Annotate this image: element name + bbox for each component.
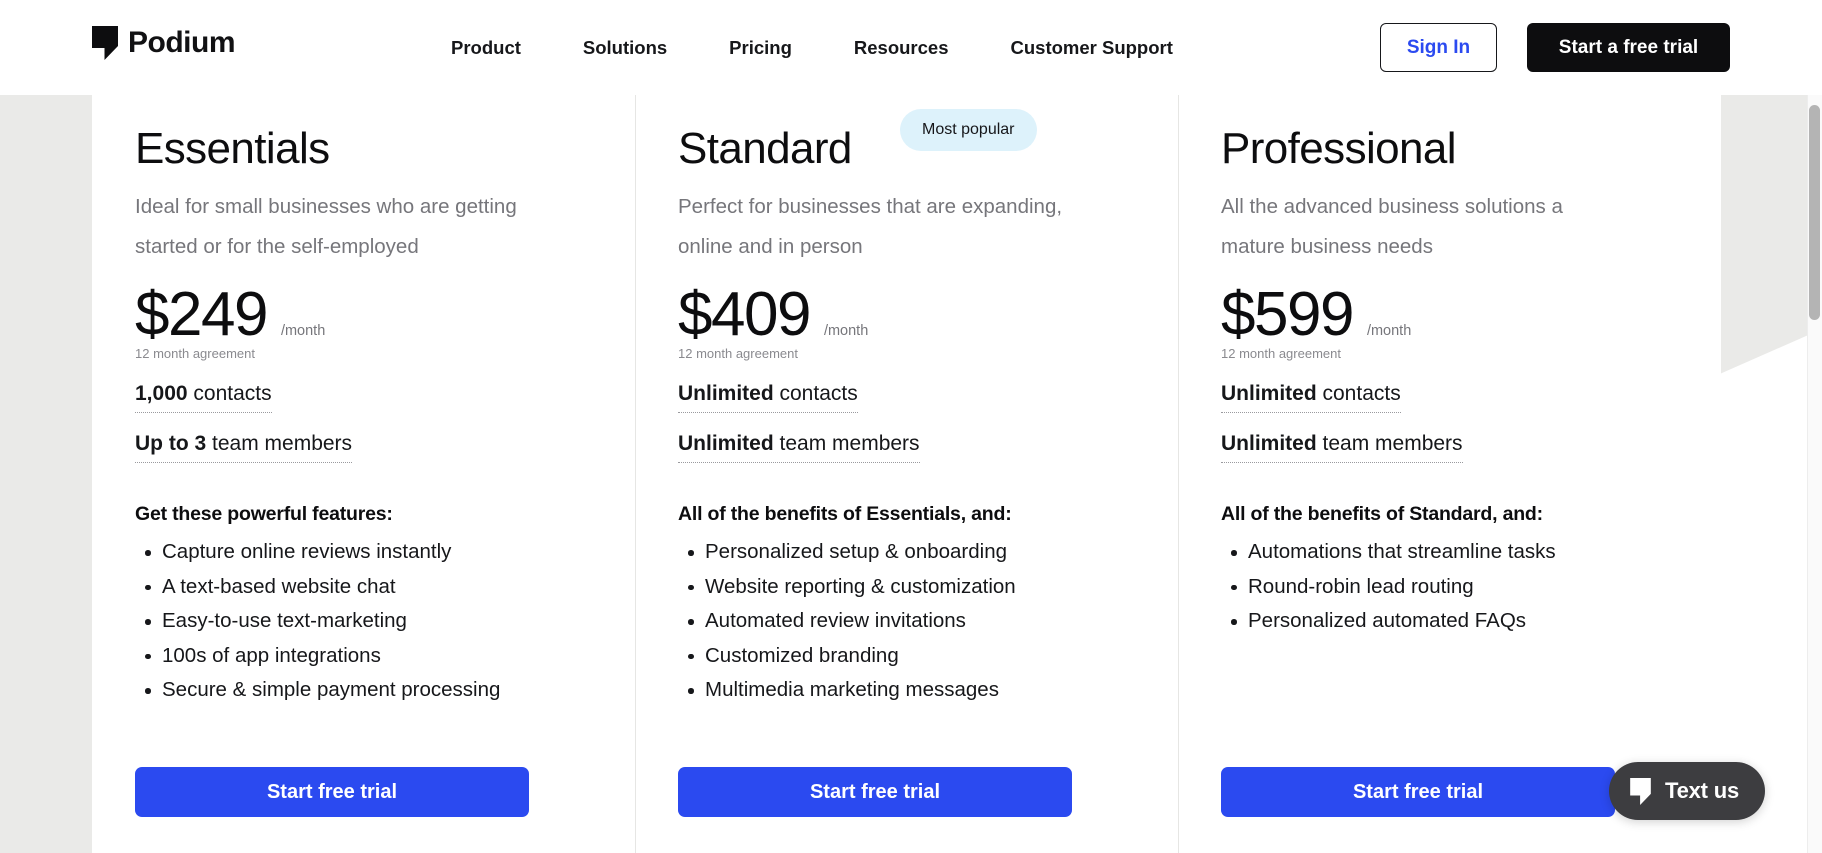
plan-team-value: Up to 3 — [135, 432, 207, 455]
plan-price-row: $249/month — [135, 281, 605, 349]
plan-price: $599 — [1221, 280, 1354, 349]
plan-features-list: Capture online reviews instantly A text-b… — [135, 535, 605, 708]
plan-contacts-value: 1,000 — [135, 382, 188, 405]
plan-team-row: Unlimited team members — [678, 429, 1148, 479]
nav-link-solutions[interactable]: Solutions — [583, 37, 667, 58]
plan-feature-item: Personalized setup & onboarding — [688, 535, 1148, 570]
podium-logo-mark-icon — [1630, 777, 1651, 805]
plan-price-row: $599/month — [1221, 281, 1691, 349]
plan-team-row: Up to 3 team members — [135, 429, 605, 479]
plan-contacts[interactable]: Unlimited contacts — [1221, 379, 1401, 413]
pricing-card-body: Essentials Ideal for small businesses who… — [92, 95, 635, 853]
main-nav: Product Solutions Pricing Resources Cust… — [420, 0, 1204, 95]
plan-feature-item: Personalized automated FAQs — [1231, 604, 1691, 639]
plan-contacts-row: 1,000 contacts — [135, 379, 605, 429]
pricing-cards: Essentials Ideal for small businesses who… — [0, 95, 1822, 853]
pricing-card-standard: Standard Perfect for businesses that are … — [635, 95, 1178, 853]
nav-link-resources[interactable]: Resources — [854, 37, 949, 58]
plan-feature-item: Capture online reviews instantly — [145, 535, 605, 570]
vertical-scrollbar-thumb[interactable] — [1809, 105, 1820, 320]
nav-link-product[interactable]: Product — [451, 37, 521, 58]
plan-feature-item: Secure & simple payment processing — [145, 673, 605, 708]
plan-feature-item: Customized branding — [688, 639, 1148, 674]
plan-team-label: team members — [1316, 432, 1463, 455]
chat-widget-label: Text us — [1665, 778, 1739, 803]
plan-team-value: Unlimited — [1221, 432, 1317, 455]
podium-logo-mark-icon — [92, 26, 118, 60]
plan-description: Ideal for small businesses who are getti… — [135, 195, 517, 258]
nav-link-pricing[interactable]: Pricing — [729, 37, 792, 58]
plan-feature-item: Easy-to-use text-marketing — [145, 604, 605, 639]
plan-feature-item: 100s of app integrations — [145, 639, 605, 674]
plan-team-members[interactable]: Unlimited team members — [1221, 429, 1463, 463]
plan-features-title: All of the benefits of Essentials, and: — [678, 503, 1012, 525]
start-free-trial-button[interactable]: Start a free trial — [1527, 23, 1730, 72]
header-actions: Sign In Start a free trial — [1380, 0, 1730, 95]
plan-description: All the advanced business solutions a ma… — [1221, 195, 1563, 258]
plan-feature-item: Multimedia marketing messages — [688, 673, 1148, 708]
plan-agreement-note: 12 month agreement — [135, 346, 255, 361]
plan-contacts-value: Unlimited — [1221, 382, 1317, 405]
plan-name: Professional — [1221, 124, 1457, 173]
plan-agreement-note: 12 month agreement — [1221, 346, 1341, 361]
plan-feature-item: Automated review invitations — [688, 604, 1148, 639]
pricing-page: Podium Product Solutions Pricing Resourc… — [0, 0, 1822, 853]
plan-price-row: $409/month — [678, 281, 1148, 349]
nav-item-resources[interactable]: Resources — [823, 37, 980, 59]
plan-features-title: All of the benefits of Standard, and: — [1221, 503, 1543, 525]
logo-text: Podium — [128, 26, 236, 59]
pricing-card-body: Professional All the advanced business so… — [1178, 95, 1721, 853]
plan-price-period: /month — [1366, 323, 1412, 339]
plan-price-period: /month — [280, 323, 326, 339]
plan-team-row: Unlimited team members — [1221, 429, 1691, 479]
plan-feature-item: A text-based website chat — [145, 570, 605, 605]
plan-features-title: Get these powerful features: — [135, 503, 393, 525]
text-us-chat-widget[interactable]: Text us — [1609, 762, 1765, 820]
plan-contacts-value: Unlimited — [678, 382, 774, 405]
plan-team-label: team members — [773, 432, 920, 455]
nav-item-pricing[interactable]: Pricing — [698, 37, 823, 59]
plan-description: Perfect for businesses that are expandin… — [678, 195, 1063, 258]
start-free-trial-cta[interactable]: Start free trial — [1221, 767, 1615, 817]
start-free-trial-cta[interactable]: Start free trial — [135, 767, 529, 817]
plan-contacts-row: Unlimited contacts — [1221, 379, 1691, 429]
plan-contacts-label: contacts — [773, 382, 858, 405]
plan-team-label: team members — [206, 432, 353, 455]
start-free-trial-cta[interactable]: Start free trial — [678, 767, 1072, 817]
most-popular-badge: Most popular — [900, 109, 1037, 151]
plan-team-members[interactable]: Up to 3 team members — [135, 429, 353, 463]
pricing-card-essentials: Essentials Ideal for small businesses who… — [92, 95, 635, 853]
plan-price: $409 — [678, 280, 811, 349]
plan-features-list: Automations that streamline tasks Round-r… — [1221, 535, 1691, 639]
plan-feature-item: Round-robin lead routing — [1231, 570, 1691, 605]
plan-contacts-row: Unlimited contacts — [678, 379, 1148, 429]
plan-feature-item: Automations that streamline tasks — [1231, 535, 1691, 570]
nav-item-solutions[interactable]: Solutions — [552, 37, 698, 59]
pricing-card-professional: Professional All the advanced business so… — [1178, 95, 1721, 853]
nav-item-product[interactable]: Product — [420, 37, 552, 59]
plan-contacts-label: contacts — [1316, 382, 1401, 405]
plan-features-list: Personalized setup & onboarding Website r… — [678, 535, 1148, 708]
plan-contacts[interactable]: 1,000 contacts — [135, 379, 272, 413]
plan-contacts[interactable]: Unlimited contacts — [678, 379, 858, 413]
plan-contacts-label: contacts — [187, 382, 272, 405]
plan-price: $249 — [135, 280, 268, 349]
site-header: Podium Product Solutions Pricing Resourc… — [0, 0, 1822, 95]
logo[interactable]: Podium — [92, 26, 236, 60]
plan-team-value: Unlimited — [678, 432, 774, 455]
plan-agreement-note: 12 month agreement — [678, 346, 798, 361]
plan-name: Essentials — [135, 124, 330, 173]
plan-team-members[interactable]: Unlimited team members — [678, 429, 920, 463]
sign-in-button[interactable]: Sign In — [1380, 23, 1497, 72]
pricing-card-body: Standard Perfect for businesses that are … — [635, 95, 1178, 853]
plan-feature-item: Website reporting & customization — [688, 570, 1148, 605]
plan-price-period: /month — [823, 323, 869, 339]
nav-item-customer-support[interactable]: Customer Support — [980, 37, 1204, 59]
nav-link-customer-support[interactable]: Customer Support — [1011, 37, 1173, 58]
